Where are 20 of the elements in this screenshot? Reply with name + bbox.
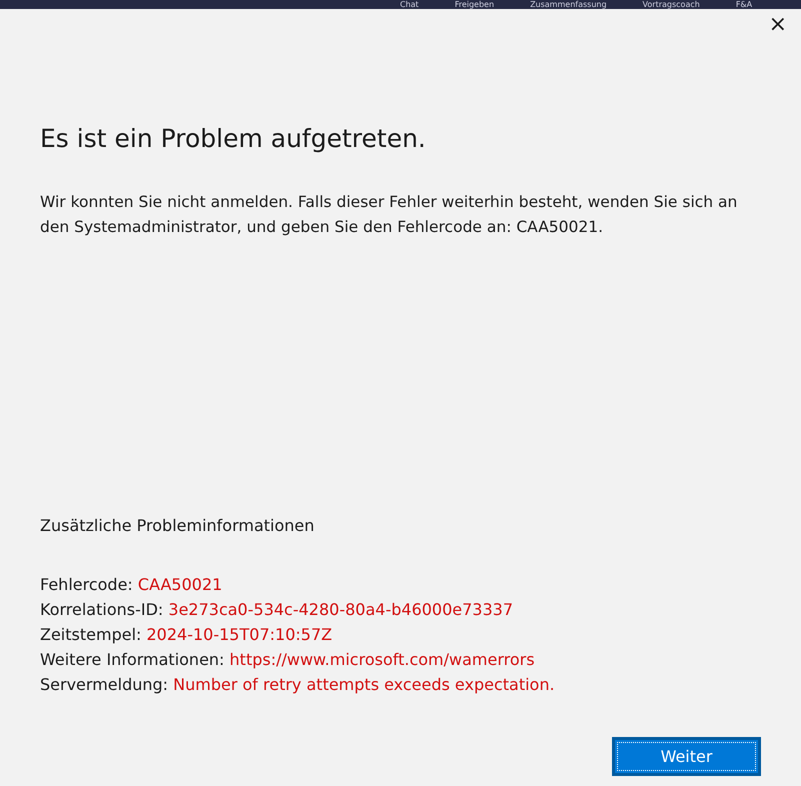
detail-label: Fehlercode: xyxy=(40,575,133,594)
details-heading: Zusätzliche Probleminformationen xyxy=(40,515,316,537)
close-button[interactable]: × xyxy=(768,14,787,36)
background-tab-label: Vortragscoach xyxy=(642,0,700,9)
detail-value: 3e273ca0-534c-4280-80a4-b46000e73337 xyxy=(168,600,514,619)
detail-value: https://www.microsoft.com/wamerrors xyxy=(230,650,535,669)
detail-label: Korrelations-ID: xyxy=(40,600,164,619)
background-tab-label: F&A xyxy=(736,0,752,9)
dialog-title: Es ist ein Problem aufgetreten. xyxy=(40,124,427,154)
continue-button[interactable]: Weiter xyxy=(612,737,761,776)
detail-label: Zeitstempel: xyxy=(40,625,142,644)
detail-label: Weitere Informationen: xyxy=(40,650,224,669)
detail-value: 2024-10-15T07:10:57Z xyxy=(146,625,332,644)
detail-value: Number of retry attempts exceeds expectation. xyxy=(173,675,555,694)
background-tab-label: Chat xyxy=(400,0,419,9)
error-message: Wir konnten Sie nicht anmelden. Falls dieser Fehler weiterhin besteht, wenden Sie sich an den Systemadministrator, und geben Sie den Fehlercode an: CAA50021. xyxy=(40,192,738,238)
detail-label: Servermeldung: xyxy=(40,675,168,694)
background-tab-label: Freigeben xyxy=(454,0,494,9)
background-tab-label: Zusammenfassung xyxy=(530,0,607,9)
detail-value: CAA50021 xyxy=(138,575,222,594)
